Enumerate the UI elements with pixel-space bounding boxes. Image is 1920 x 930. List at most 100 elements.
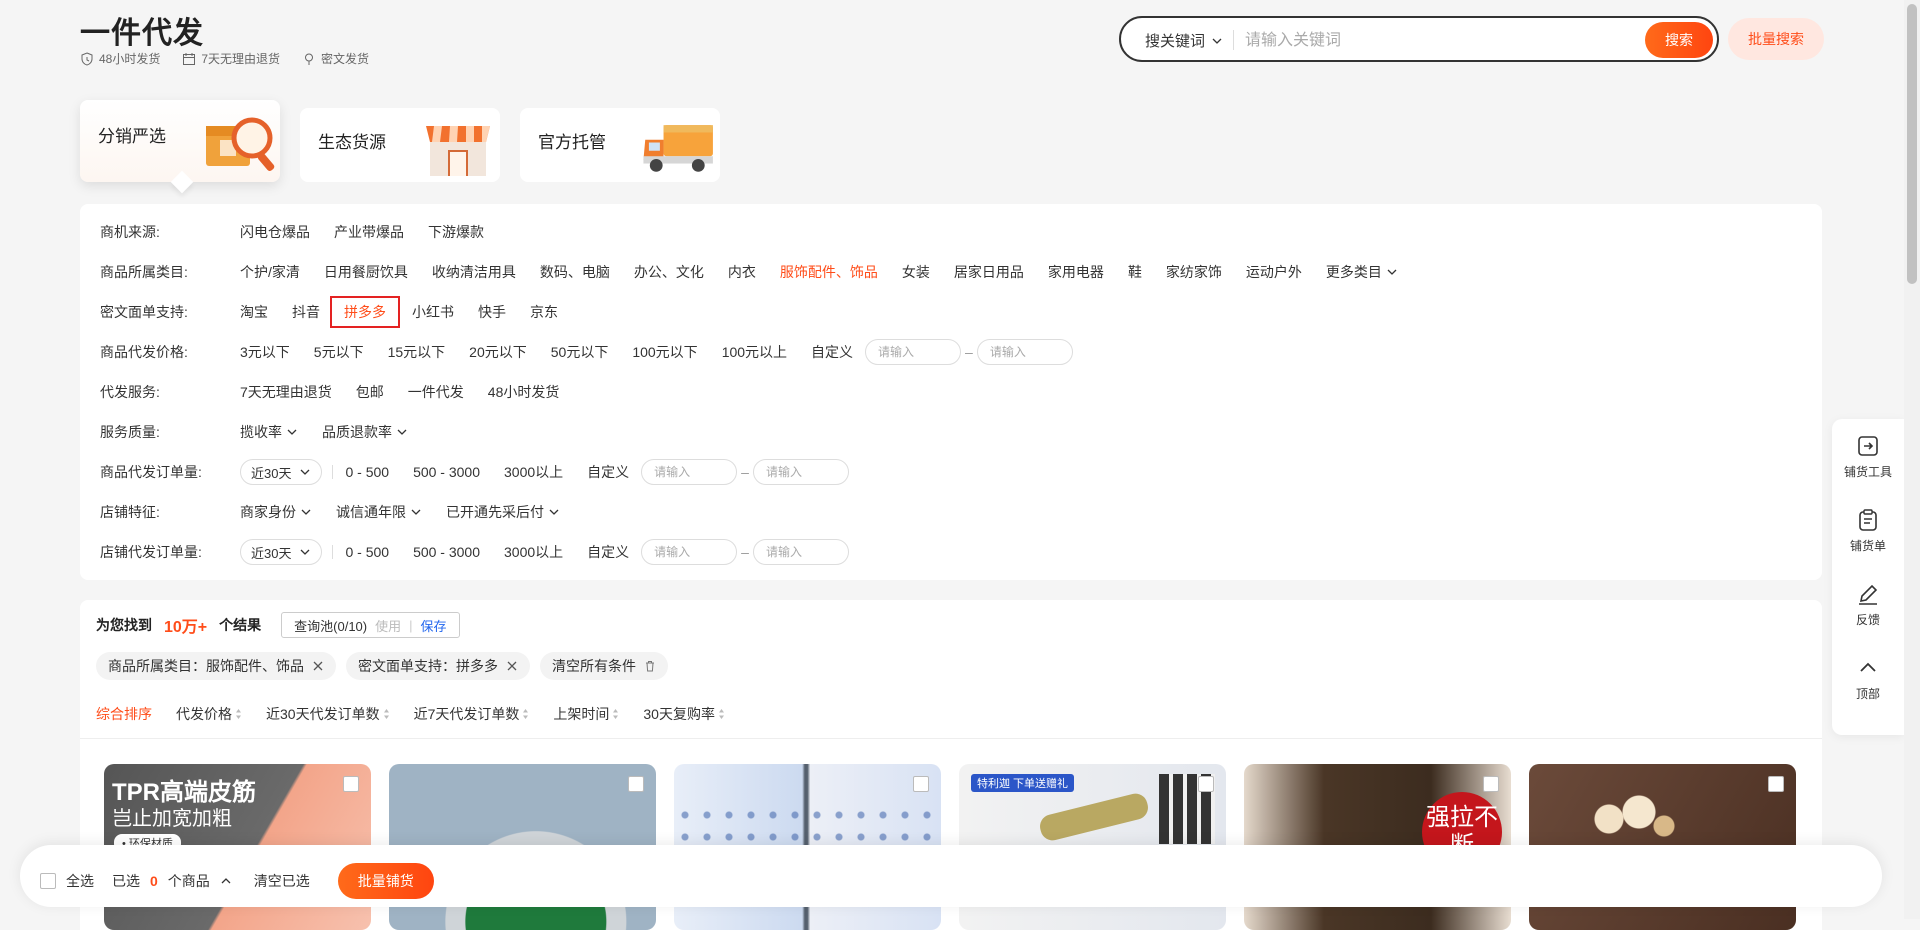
chevron-up-icon[interactable] xyxy=(220,875,232,887)
filter-option[interactable]: 运动户外 xyxy=(1246,262,1302,282)
filter-option[interactable]: 内衣 xyxy=(728,262,756,282)
distribution-list-button[interactable]: 铺货单 xyxy=(1832,499,1904,559)
product-checkbox[interactable] xyxy=(1198,776,1214,792)
merchant-identity-dropdown[interactable]: 商家身份 xyxy=(240,502,312,522)
shop-orders-period-select[interactable]: 近30天 xyxy=(240,539,323,565)
filter-option[interactable]: 100元以下 xyxy=(632,342,697,362)
product-checkbox[interactable] xyxy=(1768,776,1784,792)
price-min-input[interactable]: 请输入 xyxy=(865,339,962,365)
more-categories-dropdown[interactable]: 更多类目 xyxy=(1326,262,1398,282)
price-max-input[interactable]: 请输入 xyxy=(976,339,1073,365)
filter-option[interactable]: 快手 xyxy=(478,302,506,322)
filter-option[interactable]: 收纳清洁用具 xyxy=(432,262,516,282)
search-button[interactable]: 搜索 xyxy=(1645,22,1713,58)
refund-rate-dropdown[interactable]: 品质退款率 xyxy=(322,422,408,442)
filter-option[interactable]: 包邮 xyxy=(356,382,384,402)
filter-option[interactable]: 一件代发 xyxy=(408,382,464,402)
filter-option[interactable]: 下游爆款 xyxy=(428,222,484,242)
product-checkbox[interactable] xyxy=(1483,776,1499,792)
batch-distribute-button[interactable]: 批量铺货 xyxy=(337,863,434,899)
filter-option[interactable]: 抖音 xyxy=(292,302,320,322)
filter-option[interactable]: 鞋 xyxy=(1128,262,1142,282)
select-all-checkbox[interactable] xyxy=(40,873,56,889)
sort-arrows-icon xyxy=(383,709,389,719)
filter-option[interactable]: 100元以上 xyxy=(722,342,787,362)
filter-option[interactable]: 3000以上 xyxy=(504,462,563,482)
filter-option[interactable]: 淘宝 xyxy=(240,302,268,322)
sort-default[interactable]: 综合排序 xyxy=(96,704,152,724)
filter-option[interactable]: 3000以上 xyxy=(504,542,563,562)
close-icon[interactable] xyxy=(312,660,324,672)
search-input[interactable] xyxy=(1243,26,1647,56)
close-icon[interactable] xyxy=(506,660,518,672)
clear-all-filters-button[interactable]: 清空所有条件 xyxy=(540,652,668,680)
product-orders-period-select[interactable]: 近30天 xyxy=(240,459,323,485)
filter-option[interactable]: 50元以下 xyxy=(551,342,609,362)
back-to-top-button[interactable]: 顶部 xyxy=(1832,647,1904,707)
chevron-down-icon xyxy=(549,509,559,515)
card-fenxiao-yanxuan[interactable]: 分销严选 xyxy=(80,100,280,194)
filter-option[interactable]: 48小时发货 xyxy=(488,382,560,402)
product-checkbox[interactable] xyxy=(343,776,359,792)
sort-repurchase-rate[interactable]: 30天复购率 xyxy=(643,704,725,724)
chengxintong-years-dropdown[interactable]: 诚信通年限 xyxy=(336,502,422,522)
search-type-select[interactable]: 搜关键词 xyxy=(1145,30,1223,51)
filter-option[interactable]: 产业带爆品 xyxy=(334,222,404,242)
filter-option-selected[interactable]: 拼多多 xyxy=(330,296,400,328)
filter-option[interactable]: 数码、电脑 xyxy=(540,262,610,282)
filter-option[interactable]: 3元以下 xyxy=(240,342,290,362)
product-orders-max-input[interactable]: 请输入 xyxy=(752,459,849,485)
distribution-tool-button[interactable]: 铺货工具 xyxy=(1832,425,1904,485)
clear-selected-button[interactable]: 清空已选 xyxy=(254,871,310,891)
query-pool-use-button[interactable]: 使用 xyxy=(375,616,401,635)
filter-option[interactable]: 5元以下 xyxy=(314,342,364,362)
filter-option[interactable]: 7天无理由退货 xyxy=(240,382,332,402)
filter-option[interactable]: 家用电器 xyxy=(1048,262,1104,282)
custom-price-label: 自定义 xyxy=(811,344,854,360)
chevron-up-icon xyxy=(1860,662,1876,672)
scrollbar[interactable] xyxy=(1904,0,1920,919)
filter-option[interactable]: 0 - 500 xyxy=(345,544,389,560)
filter-option[interactable]: 办公、文化 xyxy=(634,262,704,282)
product-checkbox[interactable] xyxy=(628,776,644,792)
page: 一件代发 48小时发货 7天无理由退货 密文发货 搜关键词 搜索 xyxy=(80,0,1824,930)
shield-clock-icon xyxy=(81,51,93,66)
filter-option-selected[interactable]: 服饰配件、饰品 xyxy=(780,262,878,282)
sort-arrows-icon xyxy=(523,709,529,719)
filter-option[interactable]: 15元以下 xyxy=(388,342,446,362)
filter-option[interactable]: 居家日用品 xyxy=(954,262,1024,282)
filter-option[interactable]: 20元以下 xyxy=(469,342,527,362)
sort-30day-orders[interactable]: 近30天代发订单数 xyxy=(266,704,390,724)
shop-orders-min-input[interactable]: 请输入 xyxy=(641,539,738,565)
filter-option[interactable]: 家纺家饰 xyxy=(1166,262,1222,282)
sort-price[interactable]: 代发价格 xyxy=(176,704,242,724)
select-all-label[interactable]: 全选 xyxy=(66,871,94,891)
product-checkbox[interactable] xyxy=(913,776,929,792)
sort-7day-orders[interactable]: 近7天代发订单数 xyxy=(414,704,530,724)
filter-option[interactable]: 500 - 3000 xyxy=(413,544,480,560)
filter-option[interactable]: 闪电仓爆品 xyxy=(240,222,310,242)
filter-option[interactable]: 女装 xyxy=(902,262,930,282)
scrollbar-thumb[interactable] xyxy=(1907,4,1917,284)
shop-orders-max-input[interactable]: 请输入 xyxy=(752,539,849,565)
filter-option[interactable]: 个护/家清 xyxy=(240,262,300,282)
storefront-icon xyxy=(426,126,490,176)
card-shengtai-huoyuan[interactable]: 生态货源 xyxy=(300,108,500,182)
filter-option[interactable]: 0 - 500 xyxy=(345,464,389,480)
filter-option[interactable]: 京东 xyxy=(530,302,558,322)
collect-rate-dropdown[interactable]: 揽收率 xyxy=(240,422,298,442)
chevron-down-icon xyxy=(301,509,311,515)
buy-now-pay-later-dropdown[interactable]: 已开通先采后付 xyxy=(446,502,560,522)
result-count: 10万+ xyxy=(164,619,208,636)
filter-option[interactable]: 500 - 3000 xyxy=(413,464,480,480)
feedback-button[interactable]: 反馈 xyxy=(1832,573,1904,633)
filter-option[interactable]: 小红书 xyxy=(412,302,454,322)
card-guanfang-tuoguan[interactable]: 官方托管 xyxy=(520,108,720,182)
query-pool-save-button[interactable]: 保存 xyxy=(421,616,447,635)
batch-search-button[interactable]: 批量搜索 xyxy=(1728,18,1824,60)
query-pool-label[interactable]: 查询池(0/10) xyxy=(294,616,367,635)
filter-option[interactable]: 日用餐厨饮具 xyxy=(324,262,408,282)
sort-listing-time[interactable]: 上架时间 xyxy=(553,704,619,724)
product-orders-min-input[interactable]: 请输入 xyxy=(641,459,738,485)
chevron-down-icon xyxy=(301,469,310,475)
